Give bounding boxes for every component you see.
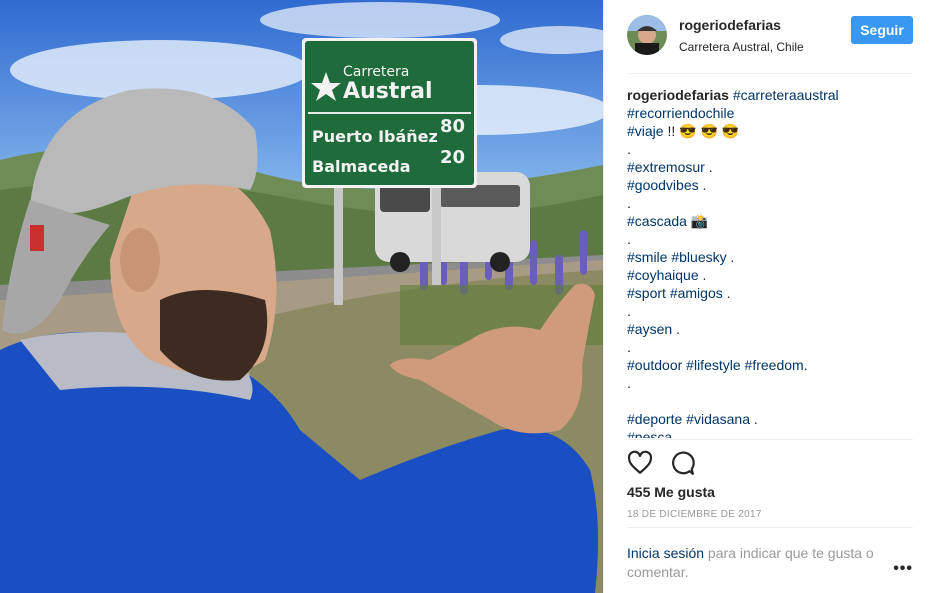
post-sidebar: rogeriodefarias Carretera Austral, Chile… [603,0,934,593]
caption: rogeriodefarias #carreteraaustral #recorr… [627,86,913,438]
caption-line: . [627,302,913,320]
caption-divider [627,439,913,440]
caption-text: . [698,177,707,193]
caption-line: #sport #amigos . [627,284,913,302]
footer-divider [627,527,913,528]
hashtag-link[interactable]: #cascada [627,213,687,229]
sign-row-1-place: Puerto Ibáñez [312,127,438,146]
hashtag-link[interactable]: #aysen [627,321,672,337]
login-link[interactable]: Inicia sesión [627,545,704,561]
post-header: rogeriodefarias Carretera Austral, Chile… [627,15,913,55]
caption-text: . [750,411,758,427]
caption-text: !! 😎 😎 😎 [663,123,740,139]
hashtag-link[interactable]: #amigos [670,285,723,301]
caption-line: #viaje !! 😎 😎 😎 [627,122,913,140]
hashtag-link[interactable]: #freedom [745,357,804,373]
hashtag-link[interactable]: #vidasana [686,411,750,427]
sign-row-2-km: 20 [440,147,465,168]
sign-name: Austral [343,79,433,104]
caption-text: . [627,375,631,391]
caption-line: . [627,230,913,248]
hashtag-link[interactable]: #sport [627,285,666,301]
hashtag-link[interactable]: #recorriendochile [627,105,734,121]
caption-text: 📸 [686,213,709,229]
caption-text: . [627,141,631,157]
caption-line: #recorriendochile [627,104,913,122]
caption-line: #pesca [627,428,913,438]
caption-text: . [803,357,808,373]
hashtag-link[interactable]: #bluesky [671,249,726,265]
post-photo[interactable]: Carretera Austral Puerto Ibáñez 80 Balma… [0,0,603,593]
caption-line: #outdoor #lifestyle #freedom. [627,356,913,374]
hashtag-link[interactable]: #carreteraaustral [733,87,839,103]
header-text: rogeriodefarias Carretera Austral, Chile [679,16,851,54]
hashtag-link[interactable]: #lifestyle [686,357,740,373]
caption-line: rogeriodefarias #carreteraaustral [627,86,913,104]
post-dialog: Carretera Austral Puerto Ibáñez 80 Balma… [0,0,934,593]
follow-button[interactable]: Seguir [851,16,913,44]
sign-title: Carretera [343,64,409,80]
heart-icon[interactable] [627,450,653,476]
like-count[interactable]: 455 Me gusta [627,484,715,500]
caption-line: #deporte #vidasana . [627,410,913,428]
avatar[interactable] [627,15,667,55]
caption-line: #cascada 📸 [627,212,913,230]
action-bar [627,450,695,476]
caption-line: #aysen . [627,320,913,338]
caption-line: #coyhaique . [627,266,913,284]
hashtag-link[interactable]: #outdoor [627,357,682,373]
caption-username-link[interactable]: rogeriodefarias [627,87,729,103]
caption-text: . [698,267,707,283]
hashtag-link[interactable]: #smile [627,249,667,265]
sign-row-1-km: 80 [440,116,465,137]
caption-text: . [627,303,631,319]
caption-line: #extremosur . [627,158,913,176]
username-link[interactable]: rogeriodefarias [679,17,851,33]
location-link[interactable]: Carretera Austral, Chile [679,40,851,54]
caption-text: . [627,339,631,355]
caption-text: . [722,285,731,301]
caption-line: . [627,194,913,212]
post-date[interactable]: 18 DE DICIEMBRE DE 2017 [627,509,762,520]
caption-text: . [672,321,680,337]
hashtag-link[interactable]: #viaje [627,123,664,139]
caption-text: . [627,195,631,211]
caption-text: . [704,159,713,175]
caption-line: . [627,338,913,356]
hashtag-link[interactable]: #coyhaique [627,267,699,283]
hashtag-link[interactable]: #extremosur [627,159,705,175]
caption-text: . [726,249,735,265]
login-prompt: Inicia sesión para indicar que te gusta … [627,544,887,582]
comment-icon[interactable] [669,450,695,476]
caption-line: . [627,140,913,158]
caption-line: #smile #bluesky . [627,248,913,266]
more-options-icon[interactable]: ••• [893,560,913,578]
header-divider [627,73,913,74]
hashtag-link[interactable]: #deporte [627,411,682,427]
sign-row-2-place: Balmaceda [312,157,411,176]
caption-line: #goodvibes . [627,176,913,194]
hashtag-link[interactable]: #pesca [627,429,672,438]
hashtag-link[interactable]: #goodvibes [627,177,699,193]
caption-text: . [627,231,631,247]
photo-illustration: Carretera Austral Puerto Ibáñez 80 Balma… [0,0,603,593]
caption-line [627,392,913,410]
caption-line: . [627,374,913,392]
